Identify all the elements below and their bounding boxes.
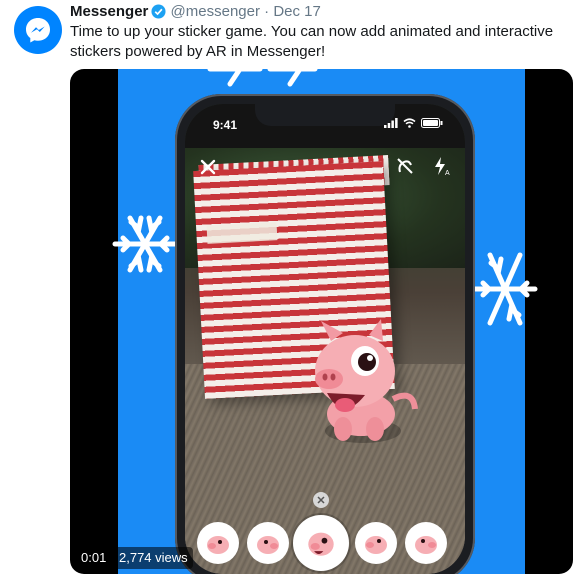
phone-time: 9:41 <box>213 118 238 132</box>
sticker-option[interactable] <box>355 522 397 564</box>
snowflake-icon <box>472 252 538 326</box>
wifi-icon <box>403 118 416 128</box>
snowflake-icon <box>207 69 318 87</box>
ar-toolbar: A <box>395 156 451 176</box>
flash-auto-icon[interactable]: A <box>431 156 451 176</box>
pig-sticker-icon <box>365 536 387 554</box>
pig-ar-sticker[interactable] <box>303 319 438 449</box>
pig-sticker-icon <box>308 532 334 556</box>
status-bar: 9:41 <box>185 104 465 148</box>
battery-icon <box>421 118 443 128</box>
pig-sticker-icon <box>415 536 437 554</box>
close-icon[interactable] <box>197 156 219 178</box>
close-small-icon[interactable] <box>313 492 329 508</box>
account-name[interactable]: Messenger <box>70 3 148 20</box>
phone-mockup: 9:41 A <box>175 94 475 574</box>
signal-icon <box>384 118 398 128</box>
status-icons <box>384 118 443 128</box>
sticker-option[interactable] <box>247 522 289 564</box>
tweet-text: Time to up your sticker game. You can no… <box>70 23 554 60</box>
snowflake-icon <box>112 215 178 273</box>
sticker-tray <box>185 492 465 574</box>
video-player[interactable]: 9:41 A 0:01 2,774 views <box>70 69 573 574</box>
phone-notch <box>255 104 395 126</box>
messenger-avatar[interactable] <box>14 6 62 54</box>
messenger-logo-icon <box>26 18 50 43</box>
video-elapsed-time: 0:01 <box>76 547 112 569</box>
phone-screen: 9:41 A <box>185 104 465 574</box>
video-view-count: 2,774 views <box>114 547 193 569</box>
separator: · <box>264 3 270 20</box>
gift-tag <box>206 222 278 244</box>
effects-off-icon[interactable] <box>395 156 415 176</box>
pig-sticker-icon <box>257 536 279 554</box>
sticker-option-selected[interactable] <box>296 518 346 568</box>
sticker-option[interactable] <box>197 522 239 564</box>
sticker-option[interactable] <box>405 522 447 564</box>
account-handle[interactable]: @messenger <box>171 3 260 20</box>
svg-text:A: A <box>445 170 450 176</box>
pig-sticker-icon <box>207 536 229 554</box>
tweet-date[interactable]: Dec 17 <box>273 3 321 20</box>
